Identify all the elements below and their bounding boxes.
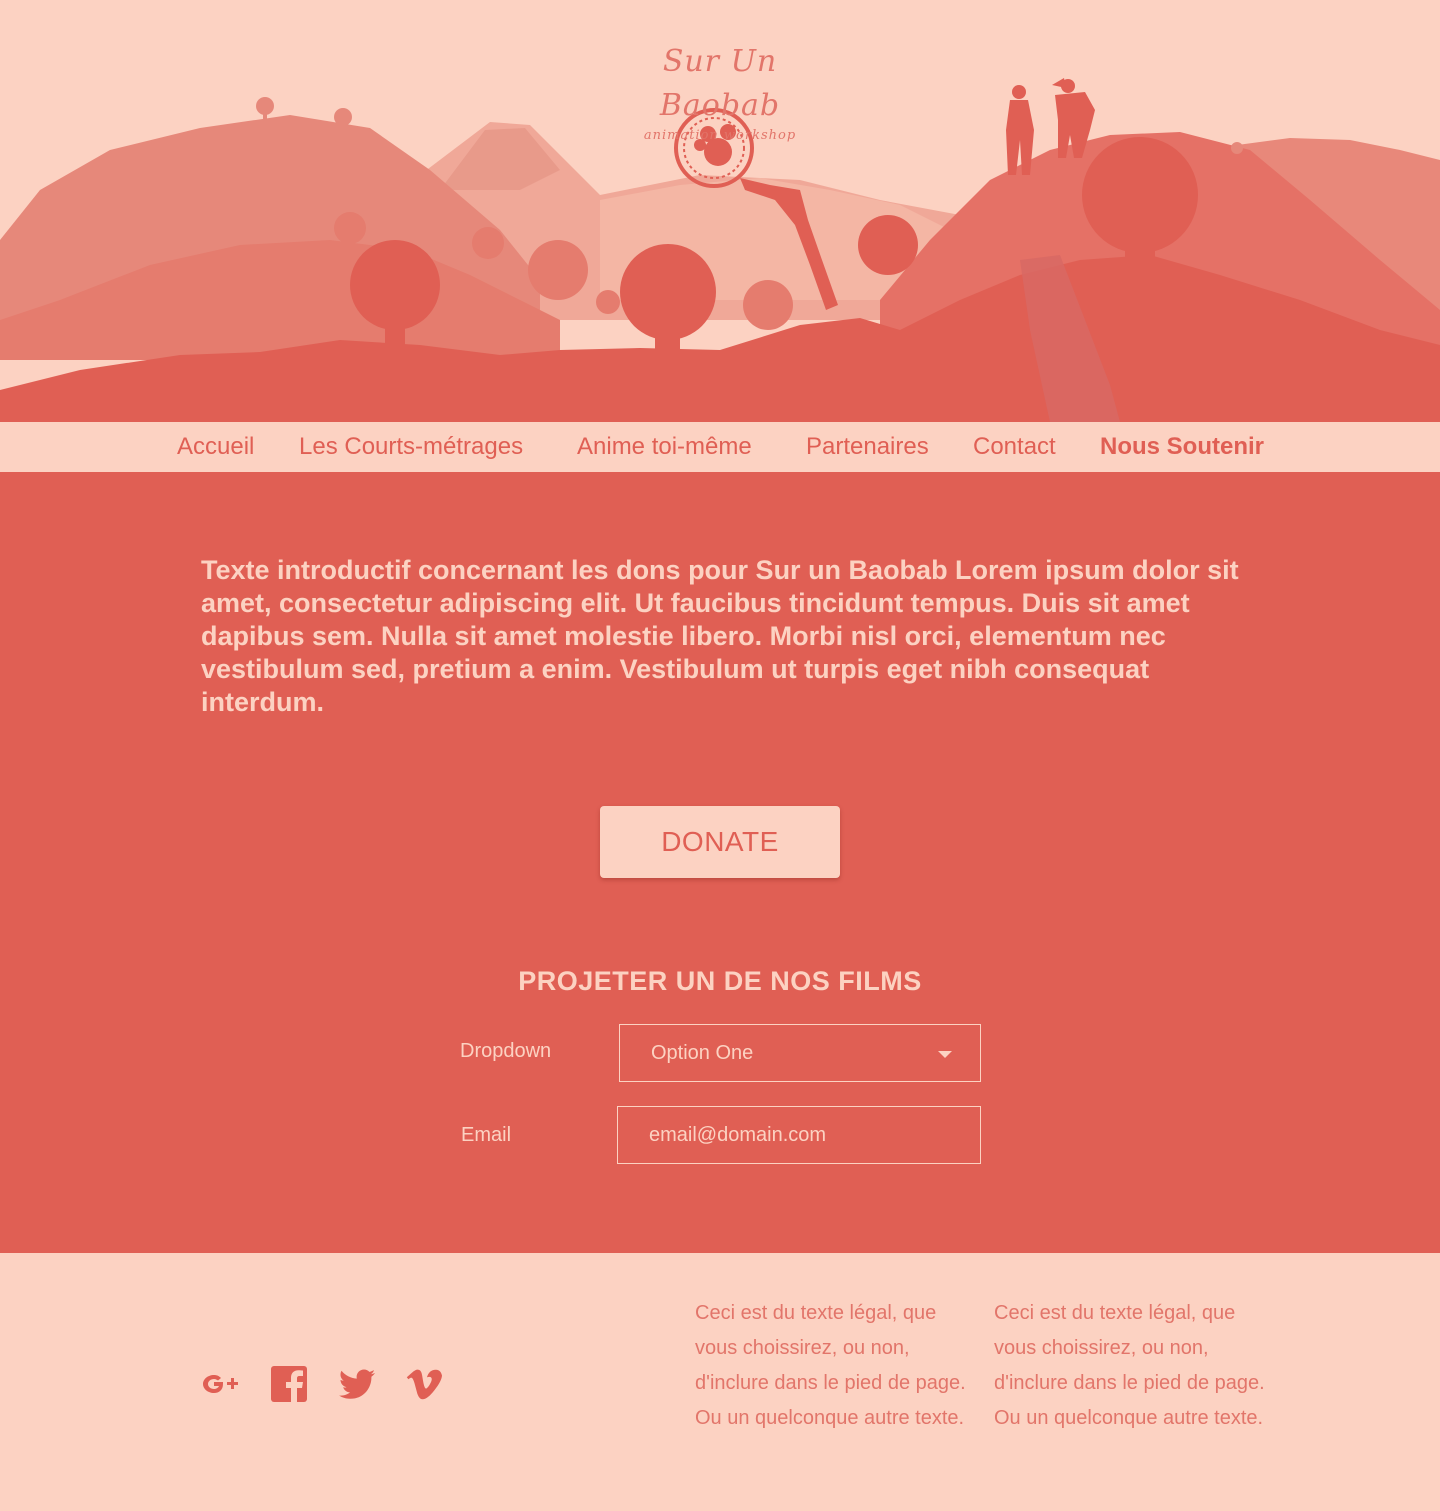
- google-plus-icon[interactable]: [200, 1363, 242, 1405]
- legal-text-1: Ceci est du texte légal, que vous choiss…: [695, 1302, 966, 1429]
- nav-item-courts-metrages[interactable]: Les Courts-métrages: [299, 432, 523, 462]
- email-field[interactable]: [617, 1106, 981, 1164]
- logo-subtitle: animation workshop: [643, 128, 797, 143]
- nav-item-contact[interactable]: Contact: [973, 432, 1056, 462]
- intro-text: Texte introductif concernant les dons po…: [201, 555, 1239, 717]
- twitter-icon[interactable]: [336, 1363, 378, 1405]
- dropdown-label: Dropdown: [460, 1040, 552, 1062]
- site-logo[interactable]: Sur Un Baobab animation workshop: [620, 40, 820, 143]
- email-label: Email: [461, 1124, 512, 1146]
- logo-title: Sur Un Baobab: [659, 44, 781, 123]
- caret-down-icon: [938, 1051, 952, 1058]
- main-nav: Accueil Les Courts-métrages Anime toi-mê…: [0, 422, 1440, 472]
- film-dropdown[interactable]: Option One: [619, 1024, 981, 1082]
- nav-item-partenaires[interactable]: Partenaires: [806, 432, 929, 462]
- hero-banner: Sur Un Baobab animation workshop: [0, 0, 1440, 422]
- nav-item-accueil[interactable]: Accueil: [177, 432, 254, 462]
- donation-section: Texte introductif concernant les dons po…: [0, 472, 1440, 1253]
- legal-text-2: Ceci est du texte légal, que vous choiss…: [994, 1302, 1265, 1429]
- facebook-icon[interactable]: [268, 1363, 310, 1405]
- nav-item-anime-toi-meme[interactable]: Anime toi-même: [577, 432, 752, 462]
- form-title: PROJETER UN DE NOS FILMS: [518, 966, 922, 996]
- nav-item-nous-soutenir[interactable]: Nous Soutenir: [1100, 432, 1264, 462]
- site-footer: Ceci est du texte légal, que vous choiss…: [0, 1253, 1440, 1511]
- vimeo-icon[interactable]: [404, 1363, 446, 1405]
- dropdown-selected-value: Option One: [651, 1042, 754, 1064]
- donate-button[interactable]: DONATE: [600, 806, 840, 878]
